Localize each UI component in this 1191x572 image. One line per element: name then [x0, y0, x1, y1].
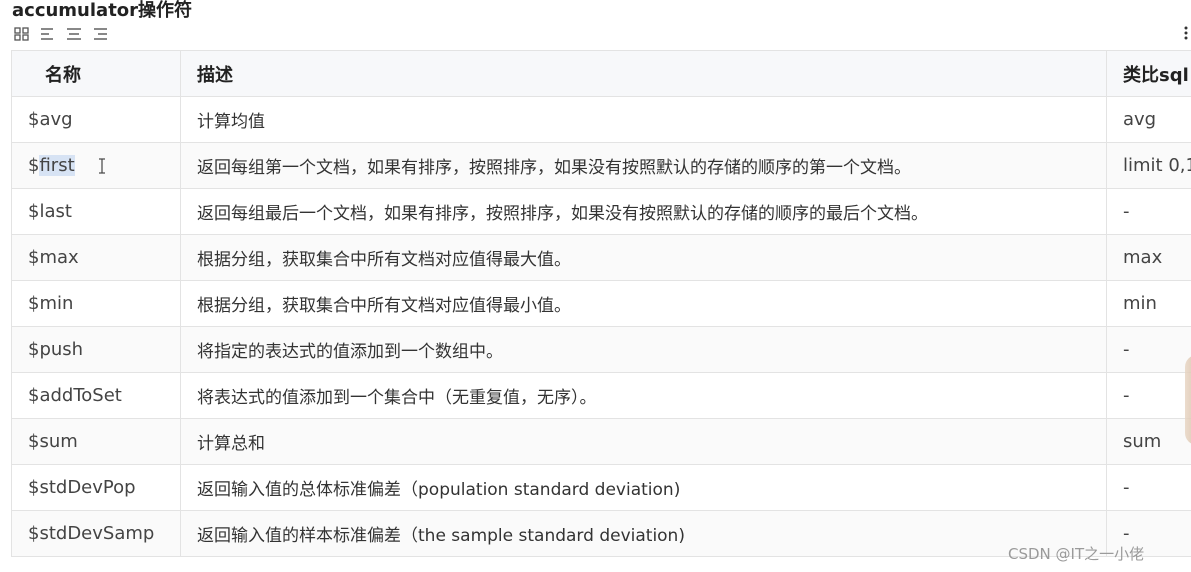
table-row: $last 返回每组最后一个文档，如果有排序，按照排序，如果没有按照默认的存储的…	[11, 188, 1191, 235]
header-sql-analogy: 类比sql	[1106, 50, 1191, 97]
operator-name[interactable]: $last	[11, 188, 181, 235]
more-icon[interactable]	[1183, 25, 1189, 41]
operator-sql[interactable]: avg	[1106, 96, 1191, 143]
operator-description[interactable]: 根据分组，获取集合中所有文档对应值得最大值。	[180, 234, 1107, 281]
operator-description[interactable]: 计算总和	[180, 418, 1107, 465]
table-header-row: 名称 描述 类比sql	[11, 50, 1191, 97]
operator-description[interactable]: 返回每组第一个文档，如果有排序，按照排序，如果没有按照默认的存储的顺序的第一个文…	[180, 142, 1107, 189]
header-name: 名称	[11, 50, 181, 97]
align-center-icon[interactable]	[66, 27, 82, 41]
operator-name[interactable]: $addToSet	[11, 372, 181, 419]
table-toolbar	[14, 27, 108, 43]
operator-name[interactable]: $max	[11, 234, 181, 281]
operator-sql[interactable]: limit 0,1	[1106, 142, 1191, 189]
operator-description[interactable]: 将指定的表达式的值添加到一个数组中。	[180, 326, 1107, 373]
operator-name[interactable]: $push	[11, 326, 181, 373]
text-cursor-icon	[98, 158, 105, 174]
grid-icon[interactable]	[14, 27, 30, 41]
operator-sql[interactable]: -	[1106, 464, 1191, 511]
operator-name[interactable]: $stdDevSamp	[11, 510, 181, 557]
table-row: $max 根据分组，获取集合中所有文档对应值得最大值。 max	[11, 234, 1191, 281]
floating-avatar[interactable]	[1185, 355, 1191, 445]
table-row: $sum 计算总和 sum	[11, 418, 1191, 465]
align-left-icon[interactable]	[40, 27, 56, 41]
accumulator-table: 名称 描述 类比sql $avg 计算均值 avg $first 返回每组第一个…	[11, 50, 1191, 557]
header-description: 描述	[180, 50, 1107, 97]
name-prefix: $	[28, 155, 40, 176]
operator-name[interactable]: $first	[11, 142, 181, 189]
table-row: $min 根据分组，获取集合中所有文档对应值得最小值。 min	[11, 280, 1191, 327]
operator-name[interactable]: $avg	[11, 96, 181, 143]
table-row: $push 将指定的表达式的值添加到一个数组中。 -	[11, 326, 1191, 373]
operator-sql[interactable]: -	[1106, 188, 1191, 235]
operator-sql[interactable]: sum	[1106, 418, 1191, 465]
align-right-icon[interactable]	[92, 27, 108, 41]
accumulator-table-container[interactable]: 名称 描述 类比sql $avg 计算均值 avg $first 返回每组第一个…	[11, 50, 1191, 572]
operator-name[interactable]: $stdDevPop	[11, 464, 181, 511]
operator-description[interactable]: 将表达式的值添加到一个集合中（无重复值，无序）。	[180, 372, 1107, 419]
operator-sql[interactable]: max	[1106, 234, 1191, 281]
operator-sql[interactable]: min	[1106, 280, 1191, 327]
table-row: $stdDevPop 返回输入值的总体标准偏差（population stand…	[11, 464, 1191, 511]
operator-name[interactable]: $min	[11, 280, 181, 327]
operator-sql[interactable]: -	[1106, 326, 1191, 373]
operator-description[interactable]: 返回每组最后一个文档，如果有排序，按照排序，如果没有按照默认的存储的顺序的最后个…	[180, 188, 1107, 235]
selected-text: first	[39, 155, 75, 176]
operator-sql[interactable]: -	[1106, 372, 1191, 419]
operator-description[interactable]: 返回输入值的总体标准偏差（population standard deviati…	[180, 464, 1107, 511]
table-row: $avg 计算均值 avg	[11, 96, 1191, 143]
watermark: CSDN @IT之一小佬	[1008, 545, 1145, 563]
operator-description[interactable]: 计算均值	[180, 96, 1107, 143]
operator-description[interactable]: 根据分组，获取集合中所有文档对应值得最小值。	[180, 280, 1107, 327]
table-row: $addToSet 将表达式的值添加到一个集合中（无重复值，无序）。 -	[11, 372, 1191, 419]
table-row: $first 返回每组第一个文档，如果有排序，按照排序，如果没有按照默认的存储的…	[11, 142, 1191, 189]
operator-name[interactable]: $sum	[11, 418, 181, 465]
page-title: accumulator操作符	[12, 0, 193, 21]
operator-description[interactable]: 返回输入值的样本标准偏差（the sample standard deviati…	[180, 510, 1107, 557]
